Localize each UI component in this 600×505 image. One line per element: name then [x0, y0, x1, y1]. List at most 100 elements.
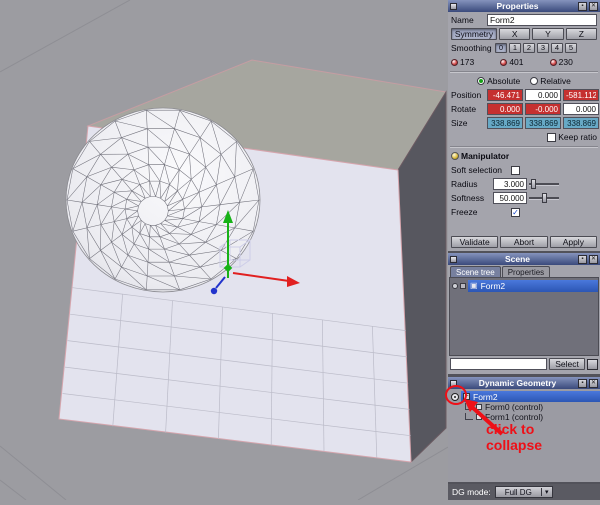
right-dock: Properties ▪ ✕ Name Symmetry X Y Z Smoot…: [448, 0, 600, 500]
tab-properties[interactable]: Properties: [502, 266, 550, 277]
scene-options-button[interactable]: [587, 359, 598, 370]
radius-field[interactable]: [493, 178, 527, 190]
gizmo-z-handle[interactable]: [211, 288, 217, 294]
rotate-label: Rotate: [451, 104, 485, 114]
dg-mode-bar: DG mode: Full DG ▾: [448, 484, 600, 500]
vertex-icon: [451, 59, 458, 66]
manipulator-label: Manipulator: [461, 151, 509, 161]
soft-selection-checkbox[interactable]: [511, 166, 520, 175]
tree-connector: [465, 403, 473, 410]
dg-item-label: Form2: [473, 392, 498, 402]
scene-tree-row-form2[interactable]: ▣ Form2: [450, 280, 598, 292]
rotate-x-field[interactable]: [487, 103, 523, 115]
shade-icon[interactable]: ▪: [578, 255, 587, 264]
size-z-field[interactable]: [563, 117, 599, 129]
scene-title: Scene: [459, 254, 576, 264]
relative-radio[interactable]: [530, 77, 538, 85]
dg-selected-item[interactable]: − Form2: [461, 391, 600, 402]
smoothing-1-button[interactable]: 1: [509, 43, 521, 53]
radius-slider-knob[interactable]: [531, 179, 536, 189]
scene-selected-item[interactable]: ▣ Form2: [468, 280, 598, 292]
dg-item-label: Form1 (control): [485, 412, 543, 422]
dg-row-form1[interactable]: Form1 (control): [448, 412, 600, 422]
symmetry-x-button[interactable]: X: [499, 28, 530, 40]
properties-title: Properties: [459, 1, 576, 11]
node-icon: [476, 404, 482, 410]
viewport-3d[interactable]: [0, 0, 448, 500]
scene-tabs: Scene tree Properties: [448, 265, 600, 277]
collapse-icon[interactable]: −: [463, 393, 470, 400]
close-icon[interactable]: ✕: [589, 255, 598, 264]
absolute-label: Absolute: [487, 76, 520, 86]
symmetry-button[interactable]: Symmetry: [451, 28, 497, 40]
softness-slider[interactable]: [529, 193, 559, 203]
size-x-field[interactable]: [487, 117, 523, 129]
dg-tree[interactable]: − Form2 Form0 (control) Form1 (control): [448, 389, 600, 482]
symmetry-y-button[interactable]: Y: [532, 28, 563, 40]
select-button[interactable]: Select: [549, 358, 585, 370]
smoothing-label: Smoothing: [451, 43, 493, 53]
scene-row-gutter: [450, 283, 468, 289]
dg-titlebar[interactable]: Dynamic Geometry ▪ ✕: [448, 377, 600, 389]
vertex-count: 173: [451, 57, 498, 67]
softness-slider-knob[interactable]: [542, 193, 547, 203]
shade-icon[interactable]: ▪: [578, 2, 587, 11]
dg-mode-value: Full DG: [496, 488, 541, 497]
dg-mode-dropdown[interactable]: Full DG ▾: [495, 486, 553, 498]
freeze-checkbox[interactable]: ✓: [511, 208, 520, 217]
dg-mode-label: DG mode:: [452, 487, 491, 497]
smoothing-0-button[interactable]: 0: [495, 43, 507, 53]
tab-scene-tree[interactable]: Scene tree: [450, 266, 501, 277]
viewport-canvas: [0, 0, 448, 500]
vertex-count-value: 173: [460, 57, 474, 67]
name-input[interactable]: [487, 14, 597, 26]
visibility-icon[interactable]: [452, 283, 458, 289]
lock-icon[interactable]: [460, 283, 466, 289]
close-icon[interactable]: ✕: [589, 379, 598, 388]
size-y-field[interactable]: [525, 117, 561, 129]
face-icon: [550, 59, 557, 66]
abort-button[interactable]: Abort: [500, 236, 547, 248]
panel-icon: [450, 380, 457, 387]
face-count-value: 230: [559, 57, 573, 67]
position-z-field[interactable]: [563, 89, 599, 101]
shade-icon[interactable]: ▪: [578, 379, 587, 388]
keep-ratio-checkbox[interactable]: [547, 133, 556, 142]
rotate-y-field[interactable]: [525, 103, 561, 115]
position-label: Position: [451, 90, 485, 100]
position-y-field[interactable]: [525, 89, 561, 101]
softness-label: Softness: [451, 193, 491, 203]
symmetry-z-button[interactable]: Z: [566, 28, 597, 40]
absolute-radio[interactable]: [477, 77, 485, 85]
smoothing-2-button[interactable]: 2: [523, 43, 535, 53]
relative-label: Relative: [540, 76, 571, 86]
smoothing-4-button[interactable]: 4: [551, 43, 563, 53]
scene-search-input[interactable]: [450, 358, 547, 370]
soft-selection-label: Soft selection: [451, 165, 509, 175]
dg-row-form2[interactable]: − Form2: [448, 391, 600, 402]
validate-button[interactable]: Validate: [451, 236, 498, 248]
scene-titlebar[interactable]: Scene ▪ ✕: [448, 253, 600, 265]
scene-tree[interactable]: ▣ Form2: [449, 277, 599, 356]
softness-field[interactable]: [493, 192, 527, 204]
chevron-down-icon: ▾: [541, 488, 552, 496]
name-label: Name: [451, 15, 485, 25]
sphere-cutout[interactable]: [66, 108, 260, 292]
scene-item-label: Form2: [481, 281, 506, 291]
close-icon[interactable]: ✕: [589, 2, 598, 11]
dg-item-label: Form0 (control): [485, 402, 543, 412]
radius-slider[interactable]: [529, 179, 559, 189]
dg-row-form0[interactable]: Form0 (control): [448, 402, 600, 412]
eye-icon[interactable]: [451, 393, 459, 401]
apply-button[interactable]: Apply: [550, 236, 597, 248]
size-label: Size: [451, 118, 485, 128]
panel-icon: [450, 3, 457, 10]
mesh-icon: ▣: [470, 282, 478, 290]
dg-title: Dynamic Geometry: [459, 378, 576, 388]
panel-icon: [450, 256, 457, 263]
position-x-field[interactable]: [487, 89, 523, 101]
smoothing-5-button[interactable]: 5: [565, 43, 577, 53]
rotate-z-field[interactable]: [563, 103, 599, 115]
properties-titlebar[interactable]: Properties ▪ ✕: [448, 0, 600, 12]
smoothing-3-button[interactable]: 3: [537, 43, 549, 53]
